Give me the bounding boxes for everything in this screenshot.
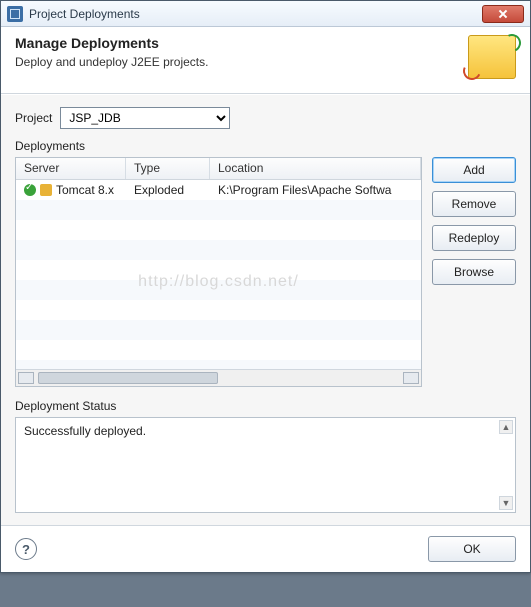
status-message: Successfully deployed. xyxy=(24,424,146,438)
table-header: Server Type Location xyxy=(16,158,421,180)
content: Manage Deployments Deploy and undeploy J… xyxy=(1,27,530,572)
project-label: Project xyxy=(15,111,52,125)
scroll-down-arrow-icon[interactable]: ▼ xyxy=(499,496,513,510)
deploy-folder-icon xyxy=(468,35,516,79)
page-subtitle: Deploy and undeploy J2EE projects. xyxy=(15,55,208,69)
tomcat-icon xyxy=(40,184,52,196)
table-row xyxy=(16,320,421,340)
window-title: Project Deployments xyxy=(29,7,140,21)
status-label: Deployment Status xyxy=(15,399,516,413)
close-button[interactable] xyxy=(482,5,524,23)
header: Manage Deployments Deploy and undeploy J… xyxy=(1,27,530,94)
table-row xyxy=(16,340,421,360)
table-row xyxy=(16,260,421,280)
table-row xyxy=(16,240,421,260)
footer: ? OK xyxy=(1,525,530,572)
help-icon[interactable]: ? xyxy=(15,538,37,560)
remove-button[interactable]: Remove xyxy=(432,191,516,217)
horizontal-scrollbar[interactable] xyxy=(16,369,421,386)
deployments-table[interactable]: Server Type Location Tomcat 8.x Exploded xyxy=(15,157,422,387)
col-type[interactable]: Type xyxy=(126,158,210,179)
col-server[interactable]: Server xyxy=(16,158,126,179)
page-title: Manage Deployments xyxy=(15,35,208,51)
cell-server: Tomcat 8.x xyxy=(16,181,126,199)
browse-button[interactable]: Browse xyxy=(432,259,516,285)
scroll-left-arrow-icon[interactable] xyxy=(18,372,34,384)
app-icon xyxy=(7,6,23,22)
add-button[interactable]: Add xyxy=(432,157,516,183)
col-location[interactable]: Location xyxy=(210,158,421,179)
table-row xyxy=(16,280,421,300)
redeploy-button[interactable]: Redeploy xyxy=(432,225,516,251)
action-buttons: Add Remove Redeploy Browse xyxy=(432,157,516,387)
table-row xyxy=(16,220,421,240)
deployments-label: Deployments xyxy=(15,139,516,153)
cell-type: Exploded xyxy=(126,181,210,199)
table-body: Tomcat 8.x Exploded K:\Program Files\Apa… xyxy=(16,180,421,369)
deployments-split: Server Type Location Tomcat 8.x Exploded xyxy=(15,157,516,387)
status-textarea[interactable]: Successfully deployed. ▲ ▼ xyxy=(15,417,516,513)
scroll-up-arrow-icon[interactable]: ▲ xyxy=(499,420,513,434)
table-row xyxy=(16,300,421,320)
project-select[interactable]: JSP_JDB xyxy=(60,107,230,129)
project-row: Project JSP_JDB xyxy=(15,107,516,129)
scroll-right-arrow-icon[interactable] xyxy=(403,372,419,384)
body: Project JSP_JDB Deployments Server Type … xyxy=(1,94,530,525)
table-row xyxy=(16,200,421,220)
ok-button[interactable]: OK xyxy=(428,536,516,562)
status-ok-icon xyxy=(24,184,36,196)
cell-location: K:\Program Files\Apache Softwa xyxy=(210,181,421,199)
titlebar[interactable]: Project Deployments xyxy=(1,1,530,27)
table-row[interactable]: Tomcat 8.x Exploded K:\Program Files\Apa… xyxy=(16,180,421,200)
dialog-window: Project Deployments Manage Deployments D… xyxy=(0,0,531,573)
scroll-thumb[interactable] xyxy=(38,372,218,384)
server-name: Tomcat 8.x xyxy=(56,183,114,197)
table-row xyxy=(16,360,421,369)
